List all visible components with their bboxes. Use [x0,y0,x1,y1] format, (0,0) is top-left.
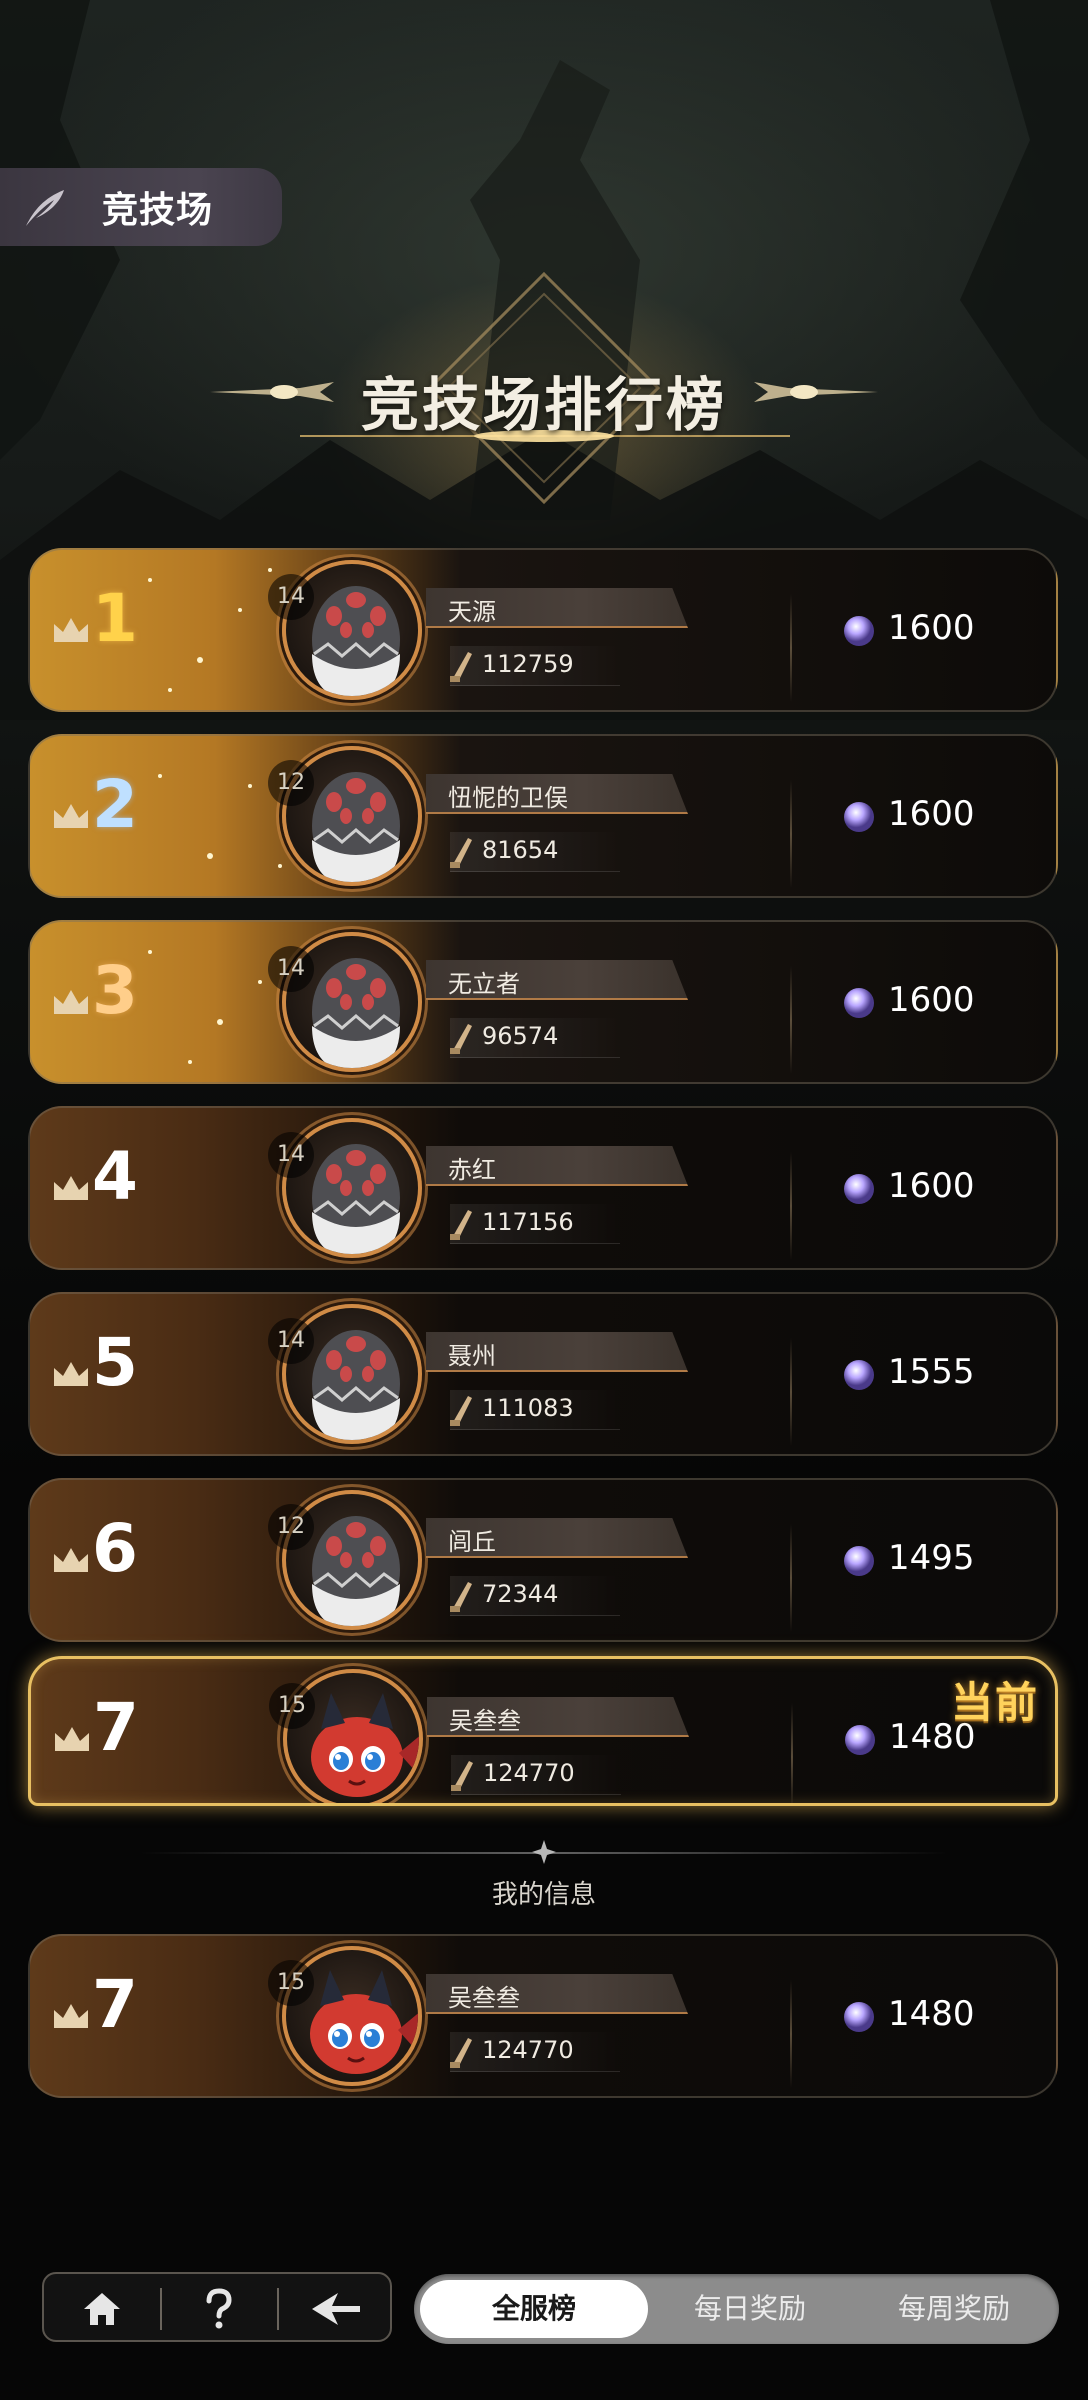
power-value: 112759 [482,650,574,678]
player-name: 闾丘 [448,1528,496,1556]
crown-icon [54,1362,88,1386]
rank-number: 7 [92,1966,138,2043]
my-info-label: 我的信息 [491,1880,596,1910]
crown-icon [54,804,88,828]
rank-number: 7 [93,1689,139,1766]
arena-tag-label: 竞技场 [102,190,214,231]
power-value: 124770 [483,1759,575,1787]
divider [790,966,792,1074]
current-player-row[interactable]: 7 15 吴叁叁 124770 1480 当前 [28,1656,1058,1806]
player-level: 14 [268,946,314,992]
sword-icon [450,1024,472,1054]
player-level: 15 [269,1683,315,1729]
crown-icon [54,618,88,642]
player-name: 聂州 [448,1342,496,1370]
score-value: 1600 [888,980,975,1020]
player-level: 12 [268,1504,314,1550]
rank-number: 3 [92,952,138,1029]
help-icon [206,2288,232,2329]
page-title: 竞技场排行榜 [360,371,727,439]
crown-icon [54,1548,88,1572]
score-value: 1600 [888,608,975,648]
home-icon [84,2293,120,2325]
player-level: 15 [268,1960,314,2006]
crown-icon [55,1727,89,1751]
arena-points-icon [844,802,874,832]
player-name: 无立者 [448,970,520,998]
divider [791,1703,793,1803]
arena-points-icon [844,1360,874,1390]
player-level: 14 [268,1318,314,1364]
tab-daily-reward[interactable]: 每日奖励 [648,2274,852,2344]
power-value: 111083 [482,1394,574,1422]
divider [790,1980,792,2088]
player-name: 吴叁叁 [448,1984,520,2012]
rank-number: 2 [92,766,138,843]
sword-icon [450,2038,472,2068]
arena-points-icon [844,1174,874,1204]
leaderboard-row[interactable]: 2 12 忸怩的卫俣 81654 1600 [28,734,1058,898]
tab-weekly-reward[interactable]: 每周奖励 [852,2274,1056,2344]
player-level: 14 [268,574,314,620]
power-value: 72344 [482,1580,559,1608]
arena-points-icon [844,616,874,646]
sword-icon [450,1210,472,1240]
sword-icon [450,838,472,868]
score-value: 1555 [888,1352,975,1392]
player-name: 吴叁叁 [449,1707,521,1735]
score-value: 1600 [888,794,975,834]
arena-points-icon [844,988,874,1018]
divider [790,1338,792,1446]
leaderboard-row[interactable]: 1 14 天源 112759 1600 [28,548,1058,712]
score-value: 1480 [888,1994,975,2034]
leaderboard-row[interactable]: 5 14 聂州 111083 1555 [28,1292,1058,1456]
bottom-nav [42,2272,392,2342]
feather-icon [26,190,64,226]
my-info-row[interactable]: 7 15 吴叁叁 124770 1480 [28,1934,1058,2098]
power-value: 96574 [482,1022,559,1050]
power-value: 124770 [482,2036,574,2064]
back-arrow-icon [312,2293,360,2325]
leaderboard-row[interactable]: 3 14 无立者 96574 1600 [28,920,1058,1084]
sword-icon [450,652,472,682]
player-level: 14 [268,1132,314,1178]
sword-icon [451,1761,473,1791]
power-value: 81654 [482,836,559,864]
rank-number: 6 [92,1510,138,1587]
sword-icon [450,1582,472,1612]
power-value: 117156 [482,1208,574,1236]
divider [790,1152,792,1260]
sword-icon [450,1396,472,1426]
divider [790,1524,792,1632]
back-button[interactable] [278,2274,394,2344]
player-name: 忸怩的卫俣 [448,784,568,812]
crown-icon [54,1176,88,1200]
current-tag: 当前 [950,1678,1039,1727]
help-button[interactable] [161,2274,277,2344]
divider [790,780,792,888]
rank-number: 5 [92,1324,138,1401]
leaderboard-row[interactable]: 6 12 闾丘 72344 1495 [28,1478,1058,1642]
rank-number: 1 [92,580,138,657]
leaderboard-row[interactable]: 4 14 赤红 117156 1600 [28,1106,1058,1270]
tab-server-ranking[interactable]: 全服榜 [420,2280,648,2338]
crown-icon [54,2004,88,2028]
home-button[interactable] [44,2274,160,2344]
arena-points-icon [844,1546,874,1576]
star-icon [532,1840,556,1864]
score-value: 1600 [888,1166,975,1206]
arena-points-icon [845,1725,875,1755]
divider [790,594,792,702]
player-level: 12 [268,760,314,806]
player-name: 赤红 [448,1156,496,1184]
player-name: 天源 [448,598,496,626]
arena-tag: 竞技场 [0,168,282,246]
score-value: 1495 [888,1538,975,1578]
title-banner: 竞技场排行榜 [0,270,1088,510]
crown-icon [54,990,88,1014]
arena-points-icon [844,2002,874,2032]
rank-number: 4 [92,1138,138,1215]
ranking-tabs: 全服榜 每日奖励 每周奖励 [414,2274,1059,2344]
